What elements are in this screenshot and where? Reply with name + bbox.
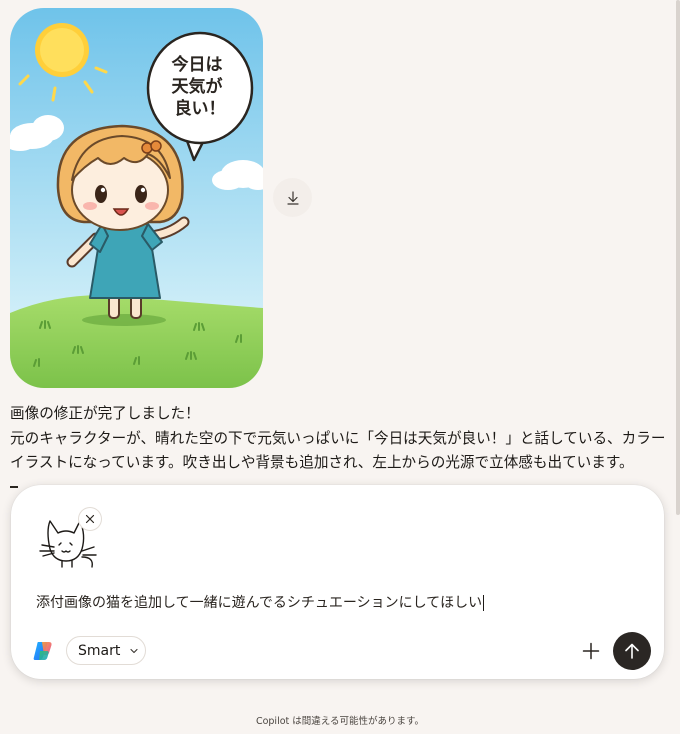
reply-line-1: 画像の修正が完了しました！ (10, 405, 200, 422)
chevron-down-icon (130, 648, 138, 653)
assistant-message: 画像の修正が完了しました！ 元のキャラクターが、晴れた空の下で元気いっぱいに「今… (10, 402, 670, 476)
text-caret (483, 595, 485, 611)
arrow-up-icon (625, 643, 639, 659)
download-icon (286, 190, 299, 205)
disclaimer-text: Copilot は間違える可能性があります。 (255, 716, 425, 727)
download-button[interactable] (273, 178, 312, 217)
speech-line-2: 天気が (172, 76, 223, 97)
truncated-text-fragment (10, 486, 18, 492)
generated-image[interactable]: 今日は 天気が 良い！ (10, 8, 263, 388)
close-icon (85, 514, 95, 524)
speech-line-3: 良い！ (175, 98, 226, 119)
scrollbar[interactable] (676, 0, 680, 515)
prompt-input[interactable]: 添付画像の猫を追加して一緒に遊んでるシチュエーションにしてほしい (36, 592, 485, 614)
remove-attachment-button[interactable] (79, 508, 101, 530)
send-button[interactable] (613, 632, 651, 670)
svg-text:今日は 天気が 良い！: 今日は 天気が 良い！ (172, 54, 229, 119)
prompt-input-text: 添付画像の猫を追加して一緒に遊んでるシチュエーションにしてほしい (36, 595, 483, 611)
mode-selector[interactable]: Smart (66, 636, 146, 665)
plus-icon (582, 642, 600, 660)
copilot-logo-icon (31, 639, 55, 663)
add-attachment-button[interactable] (578, 638, 604, 664)
speech-line-1: 今日は (172, 54, 223, 75)
reply-line-2: 元のキャラクターが、晴れた空の下で元気いっぱいに「今日は天気が良い！」と話してい… (10, 429, 666, 472)
mode-selector-label: Smart (78, 642, 121, 659)
